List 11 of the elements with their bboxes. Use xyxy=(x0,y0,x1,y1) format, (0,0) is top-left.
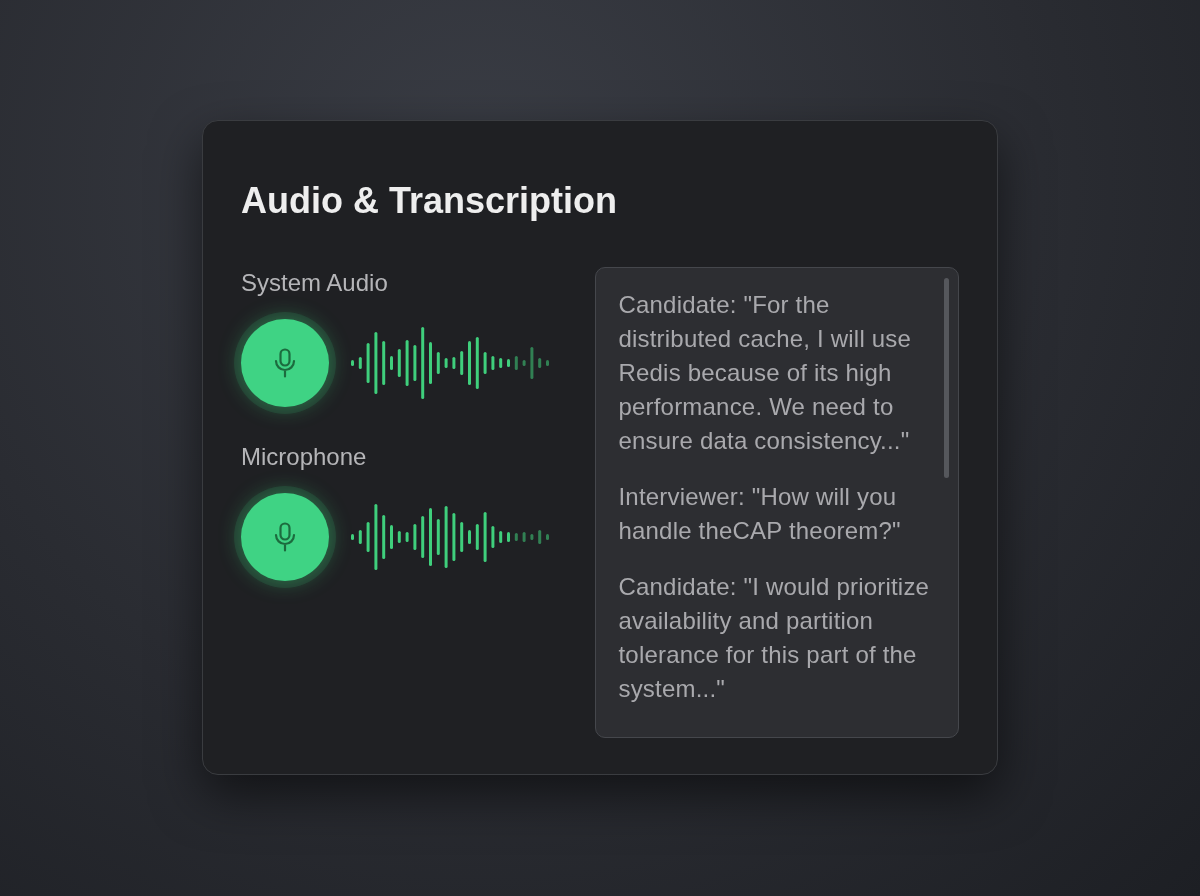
scrollbar-thumb[interactable] xyxy=(944,278,949,478)
panel-title: Audio & Transcription xyxy=(241,179,618,223)
transcript-text: Interviewer: "How will you handle theCAP theorem?" xyxy=(618,482,902,546)
microphone-button[interactable] xyxy=(241,319,329,407)
microphone-icon xyxy=(274,522,296,552)
source-label: Microphone xyxy=(241,442,368,472)
microphone-button[interactable] xyxy=(241,493,329,581)
microphone-icon xyxy=(274,348,296,378)
transcript-text: Candidate: "For the distributed cache, I will use Redis because of its high performance. We need to ensure data consistency..." xyxy=(618,290,913,456)
source-label: System Audio xyxy=(241,268,389,298)
transcript-text: Candidate: "I would prioritize availability and partition tolerance for this part of the system..." xyxy=(618,572,931,704)
